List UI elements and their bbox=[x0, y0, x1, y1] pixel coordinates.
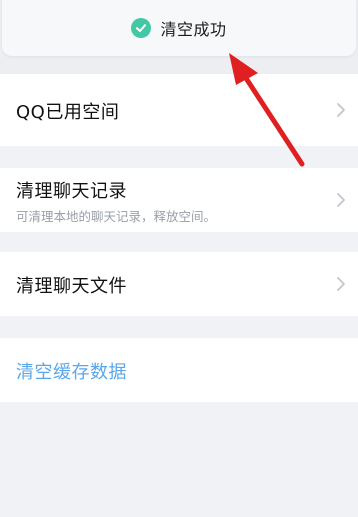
check-circle-icon bbox=[131, 18, 152, 38]
row-clear-chat-files[interactable]: 清理聊天文件 bbox=[0, 252, 358, 316]
clear-cache-label: 清空缓存数据 bbox=[16, 362, 127, 383]
row-qq-used-space[interactable]: QQ已用空间 bbox=[0, 74, 358, 146]
success-toast: 清空成功 bbox=[2, 0, 356, 56]
row-qq-used-space-title: QQ已用空间 bbox=[16, 102, 120, 123]
row-clear-chat-history-title: 清理聊天记录 bbox=[16, 181, 127, 202]
clear-cache-button[interactable]: 清空缓存数据 bbox=[0, 338, 358, 402]
chevron-right-icon bbox=[337, 193, 345, 207]
chevron-right-icon bbox=[337, 277, 345, 291]
toast-text: 清空成功 bbox=[160, 20, 227, 39]
row-clear-chat-history[interactable]: 清理聊天记录 可清理本地的聊天记录，释放空间。 bbox=[0, 168, 358, 232]
page: QQ已用空间 清理聊天记录 可清理本地的聊天记录，释放空间。 清理聊天文件 清空… bbox=[0, 0, 358, 517]
row-clear-chat-history-subtitle: 可清理本地的聊天记录，释放空间。 bbox=[16, 209, 217, 224]
row-clear-chat-files-title: 清理聊天文件 bbox=[16, 276, 127, 297]
chevron-right-icon bbox=[337, 103, 345, 117]
